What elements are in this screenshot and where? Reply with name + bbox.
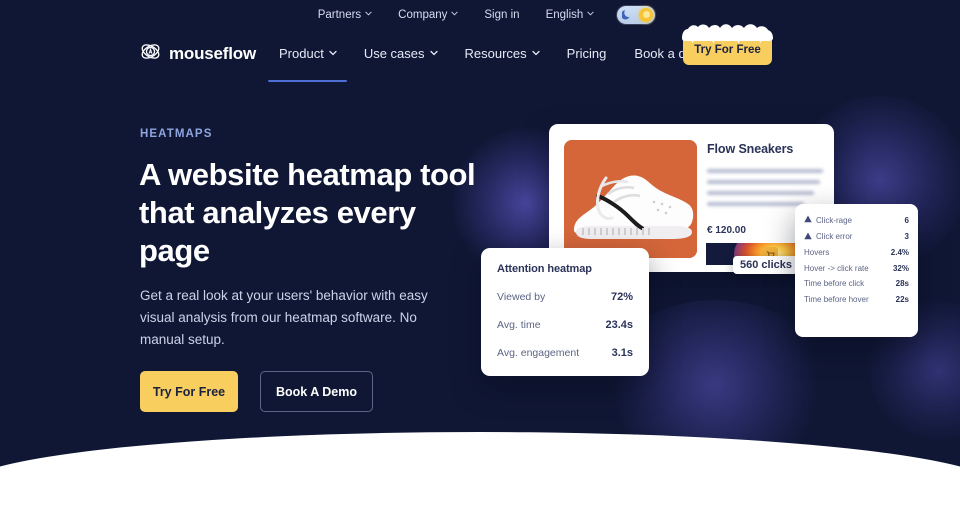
nav-try-for-free-button[interactable]: Try For Free: [683, 35, 772, 65]
blurred-description-line: [707, 202, 805, 206]
metric-label: Click error: [816, 232, 853, 241]
utility-item-company[interactable]: Company: [385, 9, 471, 21]
utility-item-label: English: [545, 8, 584, 21]
utility-item-language[interactable]: English: [533, 9, 608, 21]
clicks-count-badge: 560 clicks: [733, 256, 799, 274]
brand-name: mouseflow: [169, 44, 256, 63]
nav-cta-wrapper: Try For Free: [682, 24, 773, 65]
metric-row: Hovers 2.4%: [804, 248, 909, 257]
nav-item-product[interactable]: Product: [265, 41, 350, 82]
page-title: A website heatmap tool that analyzes eve…: [139, 157, 476, 268]
chevron-down-icon: [365, 10, 372, 17]
attention-row: Avg. time 23.4s: [497, 319, 633, 331]
theme-toggle[interactable]: [617, 5, 656, 24]
curved-section-divider: [0, 432, 960, 470]
product-info: Flow Sneakers: [707, 142, 823, 206]
metric-label: Click-rage: [816, 215, 853, 225]
chevron-down-icon: [532, 49, 540, 56]
hero-subcopy: Get a real look at your users' behavior …: [140, 288, 428, 347]
chevron-down-icon: [429, 49, 438, 56]
metric-value: 3: [904, 232, 909, 241]
product-title: Flow Sneakers: [707, 142, 794, 156]
attention-row-label: Avg. time: [497, 319, 541, 331]
mouseflow-atom-logo-icon: [140, 41, 161, 67]
metric-row: Time before click 28s: [804, 279, 909, 288]
blurred-description-line: [707, 169, 823, 173]
blurred-description-line: [707, 180, 820, 184]
nav-item-resources[interactable]: Resources: [451, 41, 553, 66]
metric-row: Click error 3: [804, 231, 909, 242]
utility-item-partners[interactable]: Partners: [305, 9, 385, 21]
utility-item-label: Sign in: [484, 8, 520, 21]
metric-value: 22s: [895, 294, 909, 304]
nav-item-label: Resources: [464, 46, 527, 61]
blurred-description-line: [707, 191, 814, 195]
warning-triangle-icon: [804, 215, 812, 225]
moon-icon: [621, 9, 632, 23]
utility-bar: Partners Company Sign in English: [0, 0, 960, 29]
attention-row-label: Avg. engagement: [497, 347, 580, 359]
metric-value: 32%: [892, 263, 909, 273]
attention-heatmap-title: Attention heatmap: [497, 263, 592, 275]
attention-row-label: Viewed by: [497, 291, 546, 303]
hero-eyebrow: HEATMAPS: [140, 128, 213, 140]
metric-label: Time before hover: [804, 294, 869, 304]
attention-heatmap-card: Attention heatmap Viewed by 72% Avg. tim…: [481, 248, 649, 376]
utility-item-label: Partners: [317, 8, 362, 21]
nav-item-label: Product: [279, 46, 324, 61]
main-navigation: Product Use cases Resources Pricing Book…: [265, 41, 725, 82]
nav-item-label: Pricing: [566, 46, 607, 61]
brand-logo[interactable]: mouseflow: [140, 41, 256, 67]
metric-row: Click-rage 6: [804, 215, 909, 225]
sneaker-photo: [564, 140, 697, 258]
metric-label: Time before click: [804, 279, 865, 288]
click-metrics-card: Click-rage 6 Click error 3 Hovers 2.4% H…: [795, 204, 918, 337]
sun-icon: [639, 7, 654, 22]
chevron-down-icon: [587, 10, 594, 17]
product-price: € 120.00: [707, 225, 746, 236]
hero-try-for-free-button[interactable]: Try For Free: [140, 371, 238, 412]
utility-item-sign-in[interactable]: Sign in: [471, 9, 532, 21]
warning-triangle-icon: [804, 231, 812, 242]
metric-row: Time before hover 22s: [804, 295, 909, 304]
attention-row-value: 3.1s: [611, 347, 633, 359]
hero-section: Partners Company Sign in English mousefl…: [0, 0, 960, 470]
metric-value: 6: [904, 215, 909, 225]
attention-row: Viewed by 72%: [497, 291, 633, 303]
nav-item-label: Use cases: [363, 46, 425, 61]
utility-item-label: Company: [398, 8, 448, 21]
chevron-down-icon: [451, 10, 459, 17]
metric-label: Hovers: [804, 248, 830, 257]
attention-row-value: 72%: [610, 291, 633, 303]
nav-item-pricing[interactable]: Pricing: [553, 41, 621, 66]
attention-row: Avg. engagement 3.1s: [497, 347, 633, 359]
hero-book-a-demo-button[interactable]: Book A Demo: [260, 371, 373, 412]
nav-item-use-cases[interactable]: Use cases: [350, 41, 451, 66]
attention-row-value: 23.4s: [605, 319, 633, 331]
chevron-down-icon: [329, 49, 337, 56]
metric-value: 2.4%: [890, 248, 909, 257]
metric-row: Hover -> click rate 32%: [804, 264, 909, 273]
metric-value: 28s: [895, 279, 909, 288]
metric-label: Hover -> click rate: [804, 263, 869, 273]
hero-cta-row: Try For Free Book A Demo: [140, 371, 373, 412]
